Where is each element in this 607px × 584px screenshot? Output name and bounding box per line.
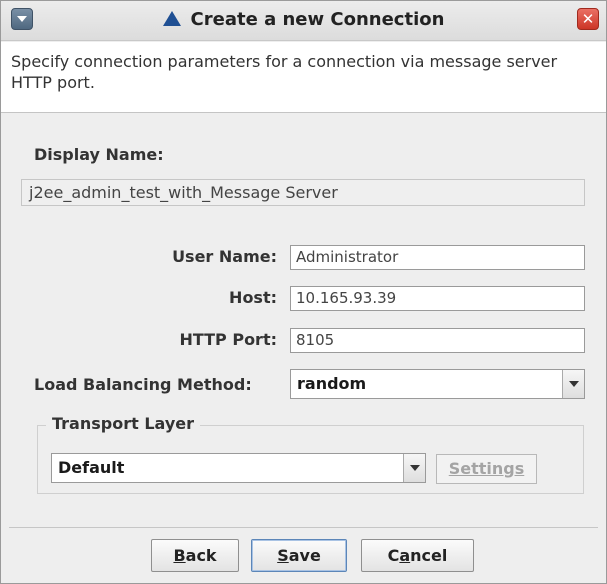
close-icon[interactable]: ✕	[577, 8, 599, 30]
cancel-prefix: C	[387, 546, 400, 565]
host-label: Host:	[229, 288, 277, 307]
cancel-button[interactable]: Cancel	[361, 539, 474, 572]
divider	[9, 527, 598, 528]
back-button[interactable]: Back	[151, 539, 239, 572]
window-title: Create a new Connection	[1, 9, 606, 33]
chevron-down-icon[interactable]	[403, 454, 425, 482]
save-label: ave	[288, 546, 321, 565]
save-button[interactable]: Save	[251, 539, 347, 572]
back-mnemonic: B	[173, 546, 186, 565]
save-mnemonic: S	[277, 546, 289, 565]
http-port-label: HTTP Port:	[179, 330, 277, 349]
load-balancing-select[interactable]: random	[290, 369, 585, 399]
load-balancing-label: Load Balancing Method:	[34, 375, 252, 394]
load-balancing-value: random	[297, 374, 367, 393]
cancel-label: ncel	[410, 546, 448, 565]
display-name-label: Display Name:	[34, 145, 164, 164]
connection-dialog: Create a new Connection ✕ Specify connec…	[0, 0, 607, 584]
user-name-label: User Name:	[172, 247, 277, 266]
http-port-input[interactable]: 8105	[290, 328, 585, 353]
window-title-text: Create a new Connection	[190, 9, 445, 30]
settings-button[interactable]: Settings	[436, 454, 537, 484]
host-input[interactable]: 10.165.93.39	[290, 286, 585, 311]
back-label: ack	[185, 546, 217, 565]
transport-layer-value: Default	[58, 458, 125, 477]
display-name-field[interactable]: j2ee_admin_test_with_Message Server	[21, 179, 585, 206]
triangle-icon	[162, 11, 181, 26]
transport-layer-select[interactable]: Default	[51, 453, 426, 483]
user-name-input[interactable]: Administrator	[290, 245, 585, 270]
transport-layer-title: Transport Layer	[46, 414, 200, 433]
description-text: Specify connection parameters for a conn…	[1, 42, 606, 113]
settings-label: Settings	[448, 459, 525, 478]
title-bar[interactable]: Create a new Connection ✕	[1, 1, 606, 41]
cancel-mnemonic: a	[399, 546, 411, 565]
chevron-down-icon[interactable]	[562, 370, 584, 398]
